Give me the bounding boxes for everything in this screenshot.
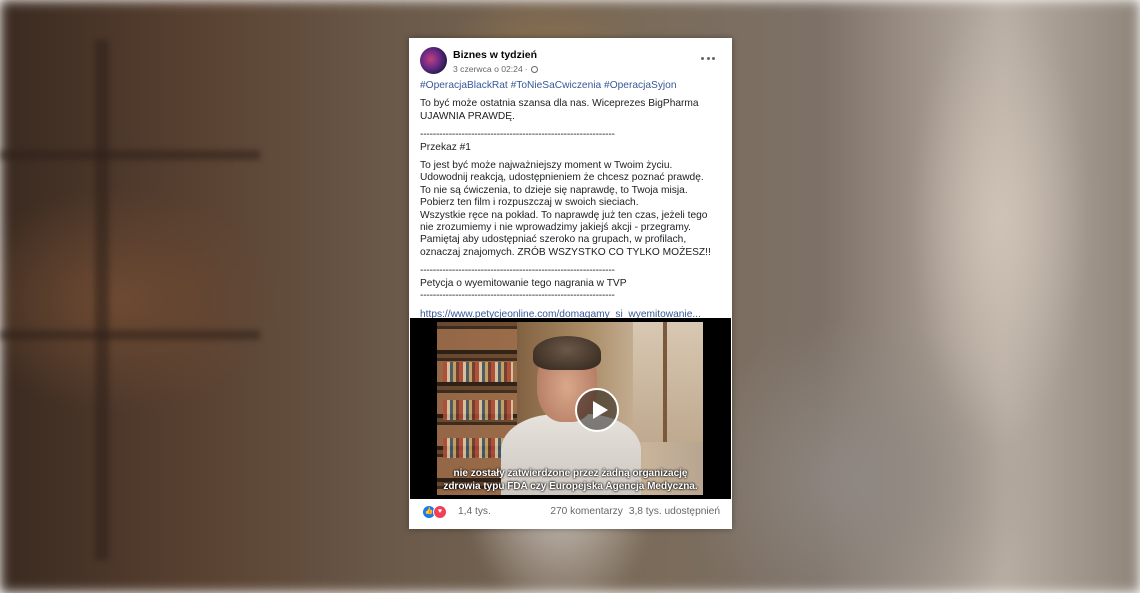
- meta-dot: ·: [524, 64, 528, 74]
- paragraph: To jest być może najważniejszy moment w …: [420, 160, 704, 184]
- video-player[interactable]: nie zostały zatwierdzone przez żadną org…: [410, 318, 731, 499]
- subtitle-line: nie zostały zatwierdzone przez żadną org…: [453, 468, 688, 479]
- post-timestamp[interactable]: 3 czerwca o 02:24: [453, 63, 523, 75]
- play-icon[interactable]: [575, 388, 619, 432]
- background-shelf-board: [0, 150, 260, 160]
- post-text: #OperacjaBlackRat #ToNieSaCwiczenia #Ope…: [420, 80, 720, 321]
- post-meta: 3 czerwca o 02:24 ·: [453, 63, 538, 75]
- petition-label: Petycja o wyemitowanie tego nagrania w T…: [420, 277, 627, 289]
- reactions-count[interactable]: 1,4 tys.: [458, 506, 491, 518]
- paragraph: Pamiętaj aby udostępniać szeroko na grup…: [420, 234, 711, 258]
- separator: ----------------------------------------…: [420, 265, 615, 277]
- post-hashtags[interactable]: #OperacjaBlackRat #ToNieSaCwiczenia #Ope…: [420, 80, 720, 92]
- video-subtitles: nie zostały zatwierdzone przez żadną org…: [410, 468, 731, 493]
- more-options-icon[interactable]: [701, 55, 715, 61]
- reactions[interactable]: 👍 ♥: [422, 505, 447, 519]
- video-window: [633, 322, 703, 442]
- background-shelf-board: [0, 330, 260, 340]
- video-person-hair: [533, 336, 601, 370]
- paragraph: Wszystkie ręce na pokład. To naprawdę ju…: [420, 209, 708, 234]
- post-header: Biznes w tydzień 3 czerwca o 02:24 ·: [420, 47, 732, 75]
- background-shelf-post: [95, 40, 109, 560]
- separator: ----------------------------------------…: [420, 129, 615, 141]
- post-footer: 👍 ♥ 1,4 tys. 270 komentarzy 3,8 tys. udo…: [422, 502, 720, 522]
- globe-icon: [530, 65, 538, 73]
- page-name[interactable]: Biznes w tydzień: [453, 49, 537, 61]
- subtitle-line: zdrowia typu FDA czy Europejska Agencja …: [443, 480, 698, 492]
- video-books: [443, 362, 513, 382]
- separator: ----------------------------------------…: [420, 290, 615, 302]
- page-avatar[interactable]: [420, 47, 447, 74]
- video-books: [443, 400, 513, 420]
- transfer-label: Przekaz #1: [420, 141, 471, 153]
- comments-count[interactable]: 270 komentarzy: [550, 506, 622, 518]
- shares-count[interactable]: 3,8 tys. udostępnień: [629, 506, 720, 518]
- facebook-post-card: Biznes w tydzień 3 czerwca o 02:24 · #Op…: [409, 38, 732, 529]
- paragraph: To nie są ćwiczenia, to dzieje się napra…: [420, 184, 688, 209]
- post-stats: 270 komentarzy 3,8 tys. udostępnień: [550, 506, 720, 518]
- post-intro: To być może ostatnia szansa dla nas. Wic…: [420, 98, 699, 122]
- love-icon: ♥: [433, 505, 447, 519]
